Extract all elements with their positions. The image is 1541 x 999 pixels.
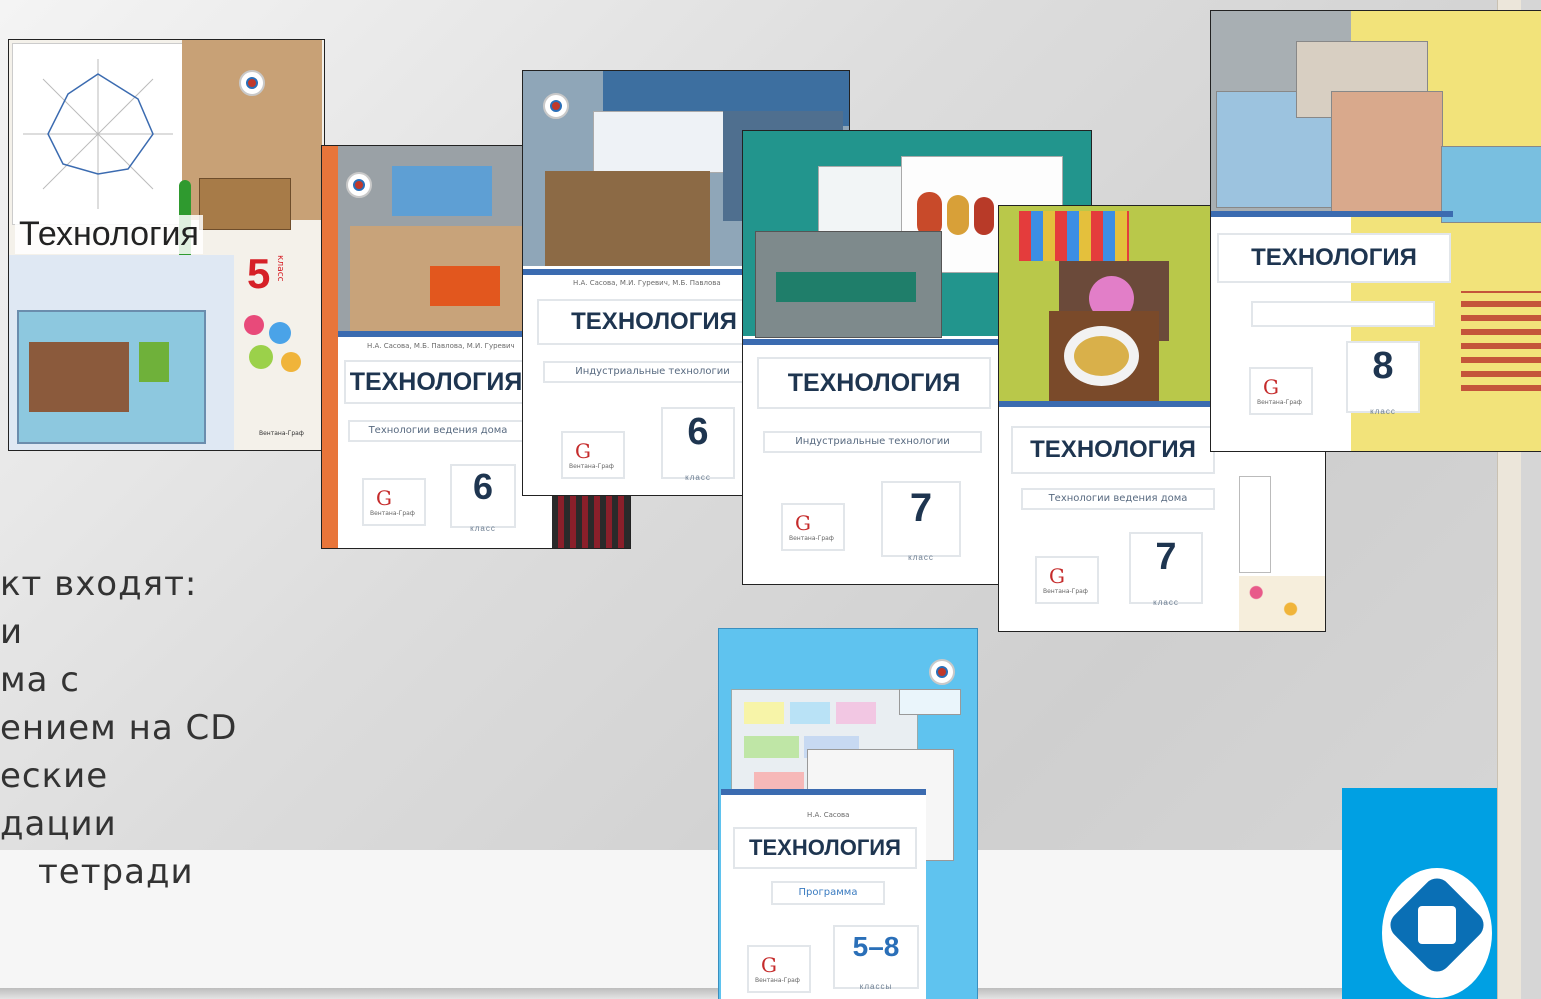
cover-5-title: Технология	[15, 215, 203, 254]
cover-8-grade: 8 класс	[1346, 341, 1420, 416]
publisher-logo-icon: G Вентана-Граф	[1249, 367, 1313, 415]
bullet-list: кт входят: и ма с ением на CD еские даци…	[0, 560, 237, 896]
cover-5-buttons-decor	[239, 310, 314, 390]
program-authors: Н.А. Сасова	[807, 811, 850, 819]
program-subtitle: Программа	[771, 881, 885, 905]
publisher-logo-icon: G Вентана-Граф	[362, 478, 426, 526]
program-grade: 5–8 классы	[833, 925, 919, 991]
cover-6a-stripe	[322, 146, 338, 548]
cover-7b-grade-number: 7	[1155, 536, 1177, 578]
cover-7b-grade-word: класс	[1153, 598, 1179, 607]
cover-8-photo-4	[1441, 146, 1541, 223]
publisher-logo-text: Вентана-Граф	[370, 510, 415, 517]
cover-5-grade-suffix: класс	[275, 255, 285, 282]
cover-6a-subtitle: Технологии ведения дома	[348, 420, 528, 442]
fgos-badge-icon	[239, 70, 265, 96]
cover-7a-grade-number: 7	[909, 486, 933, 530]
cover-6b-grade-word: класс	[685, 473, 711, 482]
cover-5-chart-panel	[12, 43, 184, 225]
brand-logo-icon	[1342, 788, 1497, 999]
cover-7a-subtitle: Индустриальные технологии	[763, 431, 982, 453]
cover-7b-soup-photo	[1049, 311, 1159, 401]
cover-7a-lathe-photo	[755, 231, 942, 338]
cover-6a-grade: 6 класс	[450, 464, 516, 533]
cover-6b-grade-number: 6	[687, 411, 709, 453]
cover-6b-wood-photo	[545, 171, 710, 266]
bullet-item: еские	[0, 756, 109, 796]
program-grade-word: классы	[859, 982, 893, 991]
cover-8-title: ТЕХНОЛОГИЯ	[1217, 233, 1451, 283]
cover-8-grade-number: 8	[1372, 345, 1394, 387]
fgos-badge-icon	[543, 93, 569, 119]
publisher-logo-icon: G Вентана-Граф	[781, 503, 845, 551]
cover-7b-grade: 7 класс	[1129, 532, 1203, 607]
program-grade-number: 5–8	[852, 931, 900, 962]
cover-7b-title: ТЕХНОЛОГИЯ	[1011, 426, 1215, 474]
publisher-logo-icon: G Вентана-Граф	[1035, 556, 1099, 604]
publisher-logo-icon: G Вентана-Граф	[561, 431, 625, 479]
fgos-badge-icon	[346, 172, 372, 198]
cover-5-publisher: Вентана-Граф	[259, 430, 304, 437]
cover-6b-grade: 6 класс	[661, 407, 735, 482]
cover-6a-room-photo	[350, 226, 522, 336]
cover-6b-subtitle: Индустриальные технологии	[543, 361, 762, 383]
cover-7b-floral-pattern	[1239, 576, 1325, 631]
cover-6a-fabric-photo	[392, 166, 492, 216]
cover-5-grade: 5	[247, 250, 271, 297]
bullet-item: ма с	[0, 660, 80, 700]
publisher-logo-text: Вентана-Граф	[1043, 588, 1088, 595]
cover-8-subtitle-box	[1251, 301, 1435, 327]
cover-7b-care-symbols	[1239, 476, 1271, 573]
cover-6a-grade-number: 6	[472, 466, 494, 507]
cover-8-photo-3	[1331, 91, 1443, 213]
cover-8-grade-word: класс	[1370, 407, 1396, 416]
publisher-logo-text: Вентана-Граф	[1257, 399, 1302, 406]
cover-7a-grade-word: класс	[908, 553, 934, 562]
cover-grade-5: Технология 5 класс Вентана-Граф	[8, 39, 325, 451]
cover-7a-title: ТЕХНОЛОГИЯ	[757, 357, 991, 409]
cover-6b-authors: Н.А. Сасова, М.И. Гуревич, М.Б. Павлова	[573, 279, 721, 287]
slide-background: кт входят: и ма с ением на CD еские даци…	[0, 0, 1541, 999]
radar-chart-icon	[23, 59, 173, 209]
cover-6b-drawing	[593, 111, 725, 173]
cover-5-toolbox	[199, 178, 291, 230]
program-note	[899, 689, 961, 715]
cover-7b-yarn-photo	[1019, 211, 1129, 261]
bullet-item: дации	[0, 804, 117, 844]
cover-6a-plaid	[552, 496, 630, 548]
cover-6a-grade-word: класс	[470, 524, 496, 533]
publisher-logo-text: Вентана-Граф	[569, 463, 614, 470]
cover-6b-title: ТЕХНОЛОГИЯ	[537, 299, 771, 345]
cover-7b-subtitle: Технологии ведения дома	[1021, 488, 1215, 510]
cover-6a-authors: Н.А. Сасова, М.Б. Павлова, М.И. Гуревич	[367, 342, 515, 350]
cover-8-window-bar	[1211, 211, 1453, 217]
cover-5-kitchen-photo	[17, 310, 206, 444]
publisher-logo-icon: G Вентана-Граф	[747, 945, 811, 993]
bullet-item: и	[0, 612, 24, 652]
cover-program-5-8: Н.А. Сасова ТЕХНОЛОГИЯ Программа G Вентан…	[718, 628, 978, 999]
bullet-item: ением на CD	[0, 708, 238, 748]
bullet-item: тетради	[38, 852, 194, 892]
publisher-logo-text: Вентана-Граф	[755, 977, 800, 984]
bullet-item: кт входят:	[0, 564, 198, 604]
fgos-badge-icon	[929, 659, 955, 685]
cover-7a-grade: 7 класс	[881, 481, 961, 562]
cover-8-pencils	[1461, 291, 1541, 391]
cover-6a-title: ТЕХНОЛОГИЯ	[344, 360, 528, 404]
cover-grade-8: ТЕХНОЛОГИЯ G Вентана-Граф 8 класс	[1210, 10, 1541, 452]
publisher-logo-text: Вентана-Граф	[789, 535, 834, 542]
program-title: ТЕХНОЛОГИЯ	[733, 827, 917, 869]
